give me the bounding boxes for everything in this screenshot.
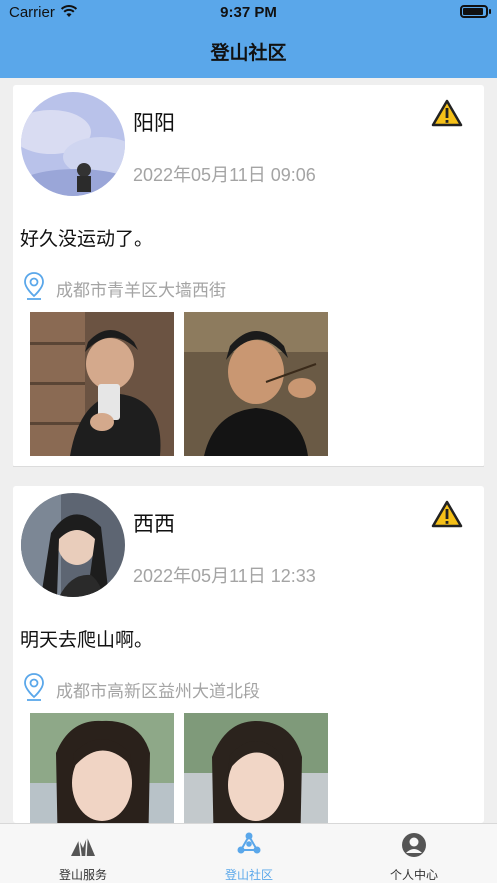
post-card[interactable]: 阳阳 2022年05月11日 09:06 好久没运动了。 成都市青羊区大墙西街 <box>13 85 484 467</box>
post-photo[interactable] <box>30 713 174 823</box>
tab-community[interactable]: 登山社区 <box>166 824 332 883</box>
post-photo[interactable] <box>184 312 328 456</box>
post-location[interactable]: 成都市高新区益州大道北段 <box>56 677 260 702</box>
avatar[interactable] <box>21 92 125 196</box>
post-location[interactable]: 成都市青羊区大墙西街 <box>56 276 226 301</box>
status-time: 9:37 PM <box>220 4 277 21</box>
post-photo[interactable] <box>30 312 174 456</box>
post-card[interactable]: 西西 2022年05月11日 12:33 明天去爬山啊。 成都市高新区益州大道北… <box>13 486 484 823</box>
status-bar: Carrier 9:37 PM <box>0 0 497 26</box>
avatar-image <box>21 493 125 597</box>
avatar[interactable] <box>21 493 125 597</box>
report-warning-icon[interactable] <box>431 99 463 127</box>
post-content: 明天去爬山啊。 <box>20 629 154 651</box>
post-time: 2022年05月11日 09:06 <box>133 165 316 185</box>
report-warning-icon[interactable] <box>431 500 463 528</box>
tab-label: 登山社区 <box>224 868 273 882</box>
post-photo[interactable] <box>184 713 328 823</box>
post-username[interactable]: 阳阳 <box>133 107 175 137</box>
post-content: 好久没运动了。 <box>20 228 154 250</box>
avatar-image <box>21 92 125 196</box>
battery-icon <box>460 5 491 18</box>
community-icon <box>237 832 261 854</box>
tab-personal-center[interactable]: 个人中心 <box>331 824 497 883</box>
tab-label: 登山服务 <box>58 868 107 882</box>
tab-mountain-service[interactable]: 登山服务 <box>0 824 166 883</box>
tab-label: 个人中心 <box>389 868 438 882</box>
mountain-icon <box>71 836 95 857</box>
post-time: 2022年05月11日 12:33 <box>133 566 316 586</box>
location-pin-icon <box>24 673 44 701</box>
person-icon <box>402 833 426 857</box>
location-pin-icon <box>24 272 44 300</box>
post-username[interactable]: 西西 <box>133 508 175 538</box>
page-title: 登山社区 <box>210 42 287 64</box>
nav-header: Carrier 9:37 PM 登山社区 <box>0 0 497 78</box>
tab-bar: 登山服务 登山社区 个人中心 <box>0 823 497 883</box>
divider <box>13 466 484 467</box>
